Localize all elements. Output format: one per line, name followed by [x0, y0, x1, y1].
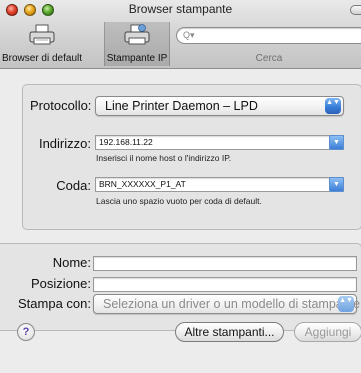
location-label: Posizione: [31, 276, 91, 291]
toolbar-ip-printer[interactable]: Stampante IP [104, 22, 170, 66]
address-hint: Inserisci il nome host o l'indirizzo IP. [96, 153, 232, 163]
main-content: Protocollo: Line Printer Daemon – LPD ▲▼… [0, 69, 361, 373]
search-input[interactable]: Q▾ [176, 27, 361, 44]
popup-arrows-icon: ▲▼ [338, 296, 354, 312]
protocol-label: Protocollo: [30, 98, 92, 113]
printer-icon [29, 24, 55, 45]
queue-value: BRN_XXXXXX_P1_AT [99, 179, 186, 189]
protocol-value: Line Printer Daemon – LPD [105, 99, 258, 113]
toolbar-default-label: Browser di default [1, 53, 83, 64]
chevron-down-icon[interactable]: ▼ [329, 135, 344, 150]
printer-browser-window: Browser stampante Browser di default Sta… [0, 0, 361, 373]
print-using-value: Seleziona un driver o un modello di stam… [103, 297, 361, 311]
toolbar-toggle-button[interactable] [350, 5, 361, 15]
location-field[interactable] [93, 277, 357, 292]
unified-toolbar: Browser stampante Browser di default Sta… [0, 0, 361, 69]
queue-label: Coda: [56, 178, 91, 193]
network-printer-icon [124, 24, 150, 45]
chevron-down-icon[interactable]: ▼ [329, 177, 344, 192]
address-label: Indirizzo: [38, 136, 91, 151]
print-using-label: Stampa con: [18, 296, 91, 311]
print-using-popup[interactable]: Seleziona un driver o un modello di stam… [93, 294, 361, 314]
name-label: Nome: [52, 255, 91, 270]
search-icon: Q▾ [183, 30, 195, 40]
queue-hint: Lascia uno spazio vuoto per coda di defa… [96, 196, 262, 206]
address-combobox[interactable]: 192.168.11.22 ▼ [95, 135, 344, 150]
search-caption: Cerca [255, 53, 283, 64]
toolbar-default-browser[interactable]: Browser di default [0, 22, 84, 66]
add-button[interactable]: Aggiungi [294, 322, 361, 342]
name-field[interactable] [93, 256, 357, 271]
help-button[interactable]: ? [17, 323, 35, 341]
protocol-popup[interactable]: Line Printer Daemon – LPD ▲▼ [95, 96, 344, 116]
queue-combobox[interactable]: BRN_XXXXXX_P1_AT ▼ [95, 177, 344, 192]
popup-arrows-icon: ▲▼ [325, 98, 341, 114]
window-title: Browser stampante [128, 2, 233, 16]
more-printers-button[interactable]: Altre stampanti... [175, 322, 284, 342]
address-value: 192.168.11.22 [99, 137, 153, 147]
toolbar-ip-label: Stampante IP [106, 53, 168, 64]
